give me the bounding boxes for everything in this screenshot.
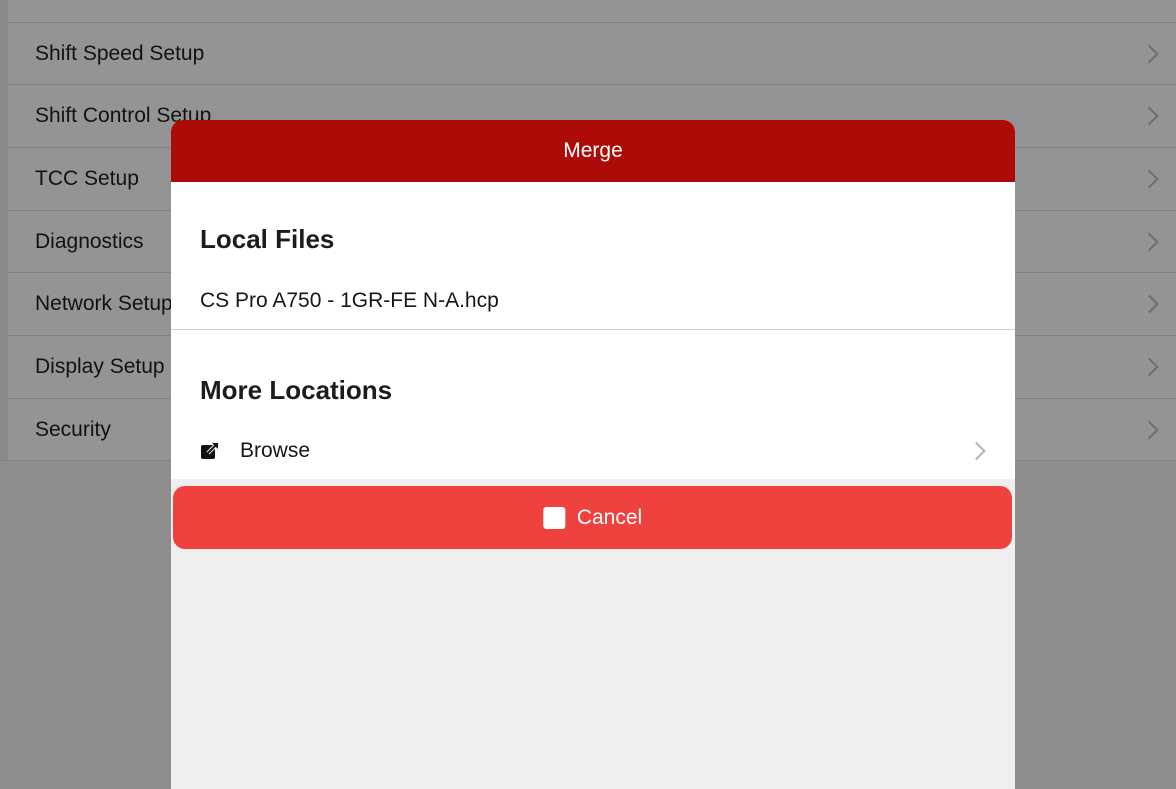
merge-dialog: Merge Local Files CS Pro A750 - 1GR-FE N…	[171, 120, 1015, 789]
settings-item-shift-speed-setup[interactable]: Shift Speed Setup	[8, 22, 1176, 84]
chevron-right-icon	[967, 441, 986, 460]
app-screen: Shift Speed Setup Shift Control Setup TC…	[0, 0, 1176, 789]
settings-item-label: Shift Speed Setup	[35, 41, 205, 65]
external-link-icon	[201, 442, 219, 459]
dialog-content: Local Files CS Pro A750 - 1GR-FE N-A.hcp…	[171, 182, 1015, 479]
settings-item-label: Network Setup	[35, 291, 173, 315]
dialog-header: Merge	[171, 120, 1015, 182]
chevron-right-icon	[1140, 106, 1159, 125]
chevron-right-icon	[1140, 169, 1159, 188]
more-locations-heading: More Locations	[200, 375, 393, 405]
cancel-label: Cancel	[576, 505, 643, 529]
local-file-item[interactable]: CS Pro A750 - 1GR-FE N-A.hcp	[171, 272, 1015, 330]
chevron-right-icon	[1140, 357, 1159, 376]
chevron-right-icon	[1140, 294, 1159, 313]
local-files-heading: Local Files	[200, 224, 335, 254]
chevron-right-icon	[1140, 44, 1159, 63]
file-name: CS Pro A750 - 1GR-FE N-A.hcp	[200, 288, 499, 312]
dialog-title: Merge	[563, 139, 623, 162]
settings-item-label: Diagnostics	[35, 229, 144, 253]
settings-item-label: TCC Setup	[35, 166, 139, 190]
stop-icon	[542, 506, 565, 529]
browse-label: Browse	[240, 438, 311, 462]
left-edge	[0, 0, 8, 461]
cancel-button[interactable]: Cancel	[173, 486, 1012, 549]
settings-item-label: Display Setup	[35, 354, 165, 378]
settings-item-label: Security	[35, 417, 111, 441]
chevron-right-icon	[1140, 232, 1159, 251]
chevron-right-icon	[1140, 420, 1159, 439]
browse-item[interactable]: Browse	[171, 422, 1015, 479]
cancel-button-content: Cancel	[542, 505, 643, 530]
